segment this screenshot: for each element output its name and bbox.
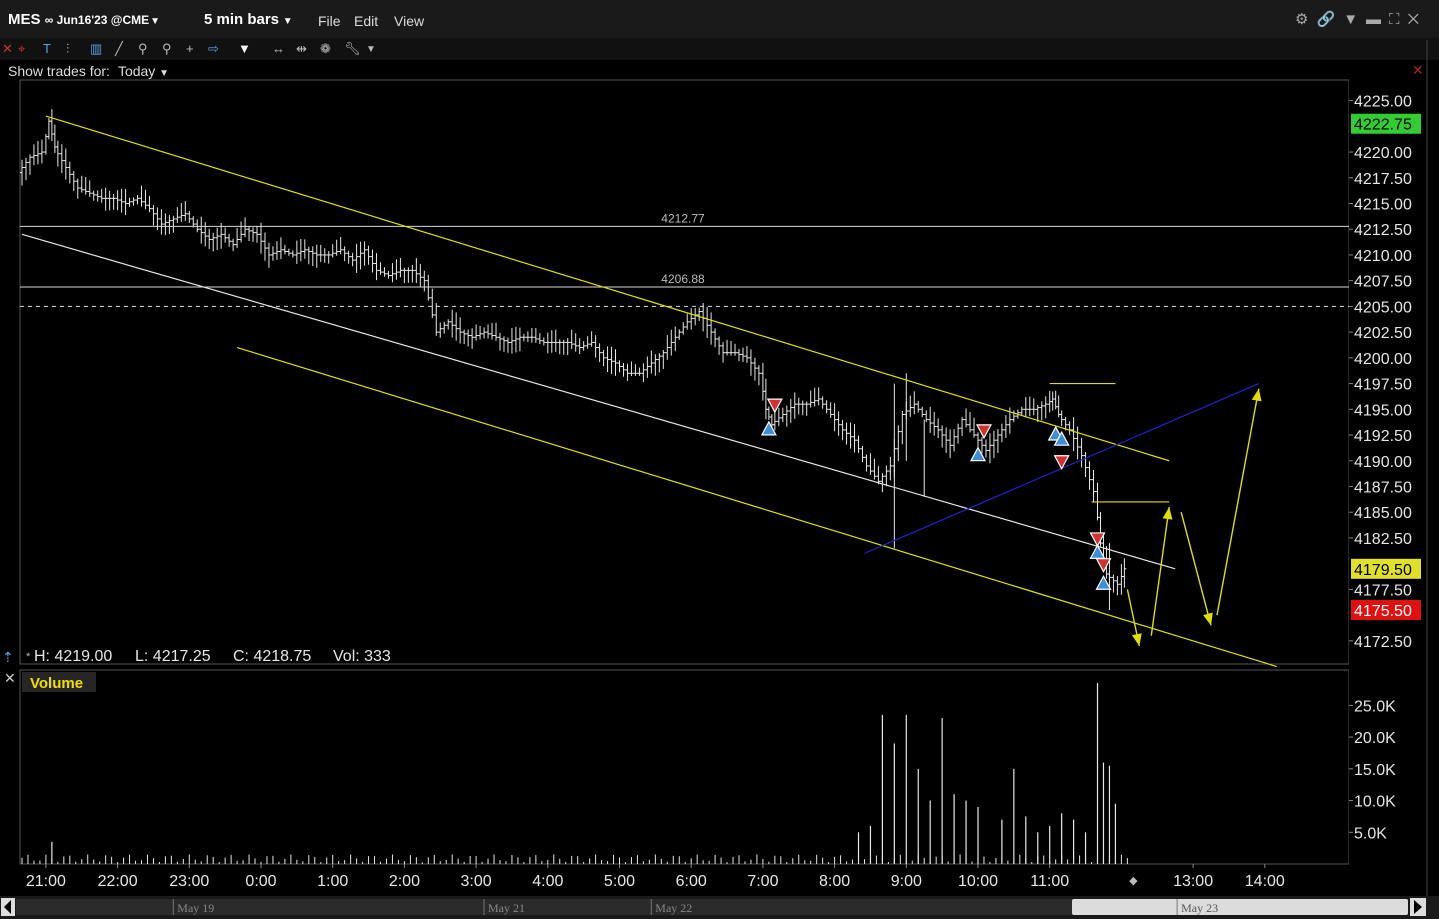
pin-icon: ⇡ (2, 649, 14, 665)
time-tick-label: 23:00 (169, 873, 209, 890)
buy-trade-marker (969, 446, 987, 462)
time-tick-label: 11:00 (1030, 873, 1069, 890)
projection-arrow-head (1131, 633, 1142, 646)
price-tick-label: 4217.50 (1354, 171, 1412, 188)
projection-arrow-line (1216, 388, 1260, 616)
projection-arrow-head (1162, 507, 1173, 520)
time-tick-label: 4:00 (532, 873, 563, 890)
price-tick-label: 4177.50 (1354, 582, 1412, 599)
time-tick-label: 3:00 (461, 873, 492, 890)
time-tick-label: 2:00 (389, 873, 420, 890)
buy-trade-marker (760, 420, 777, 436)
level-label: 4212.77 (661, 211, 705, 225)
now-marker-icon: ◆ (1129, 875, 1138, 887)
time-tick-label: 22:00 (98, 873, 138, 890)
time-tick-label: 13:00 (1173, 873, 1213, 890)
volume-tick-label: 15.0K (1354, 762, 1396, 779)
price-tick-label: 4205.00 (1354, 299, 1412, 316)
price-tick-label: 4220.00 (1354, 145, 1412, 162)
price-tick-label: 4192.50 (1354, 428, 1412, 445)
price-tick-label: 4210.00 (1354, 248, 1412, 265)
price-tick-label: 4225.00 (1354, 94, 1412, 111)
buy-trade-marker (1095, 574, 1112, 590)
readout-high: H: 4219.00 (34, 648, 112, 665)
price-tick-label: 4182.50 (1354, 531, 1412, 548)
time-tick-label: 14:00 (1245, 873, 1285, 890)
price-badge-label: 4175.50 (1354, 603, 1412, 620)
time-tick-label: 0:00 (245, 873, 276, 890)
projection-arrow-head (1203, 612, 1213, 626)
price-tick-label: 4187.50 (1354, 479, 1412, 496)
time-tick-label: 7:00 (747, 873, 778, 890)
trend-line (236, 346, 1277, 668)
price-tick-label: 4190.00 (1354, 454, 1412, 471)
time-tick-label: 8:00 (819, 873, 850, 890)
price-tick-label: 4195.00 (1354, 402, 1412, 419)
readout-marker: * (26, 651, 31, 663)
projection-arrow-line (1180, 512, 1212, 626)
trend-line (45, 115, 1170, 462)
volume-tick-label: 10.0K (1354, 794, 1396, 811)
price-tick-label: 4197.50 (1354, 377, 1412, 394)
volume-panel-label: Volume (30, 675, 83, 692)
level-label: 4206.88 (661, 272, 705, 286)
price-tick-label: 4172.50 (1354, 634, 1412, 651)
price-tick-label: 4207.50 (1354, 274, 1412, 291)
price-tick-label: 4185.00 (1354, 505, 1412, 522)
time-tick-label: 6:00 (676, 873, 707, 890)
price-tick-label: 4212.50 (1354, 222, 1412, 239)
price-badge-label: 4179.50 (1354, 562, 1412, 579)
sell-trade-marker (766, 398, 783, 414)
volume-tick-label: 25.0K (1354, 698, 1396, 715)
time-tick-label: 1:00 (317, 873, 348, 890)
volume-tick-label: 20.0K (1354, 730, 1396, 747)
projection-arrow-head (1251, 388, 1262, 402)
time-scrollbar[interactable] (0, 896, 1439, 919)
volume-tick-label: 5.0K (1354, 825, 1387, 842)
sell-trade-marker (1089, 532, 1106, 548)
readout-close: C: 4218.75 (233, 648, 311, 665)
time-tick-label: 5:00 (604, 873, 635, 890)
sell-trade-marker (975, 424, 992, 440)
time-tick-label: 9:00 (891, 873, 922, 890)
price-tick-label: 4215.00 (1354, 196, 1412, 213)
price-chart[interactable]: 4212.77 4206.88 4225.00 4220.00 4217.50 4215.… (0, 0, 1439, 919)
sell-trade-marker (1095, 558, 1112, 573)
price-tick-label: 4200.00 (1354, 351, 1412, 368)
readout-volume: Vol: 333 (333, 648, 391, 665)
readout-low: L: 4217.25 (135, 648, 211, 665)
trend-line (21, 233, 1176, 570)
projection-arrow-line (1150, 506, 1170, 636)
price-tick-label: 4202.50 (1354, 325, 1412, 342)
price-panel-frame (19, 79, 1350, 665)
price-badge-label: 4222.75 (1354, 117, 1412, 134)
volume-panel-frame (19, 669, 1350, 865)
time-tick-label: 21:00 (26, 873, 66, 890)
time-tick-label: 10:00 (958, 873, 998, 890)
